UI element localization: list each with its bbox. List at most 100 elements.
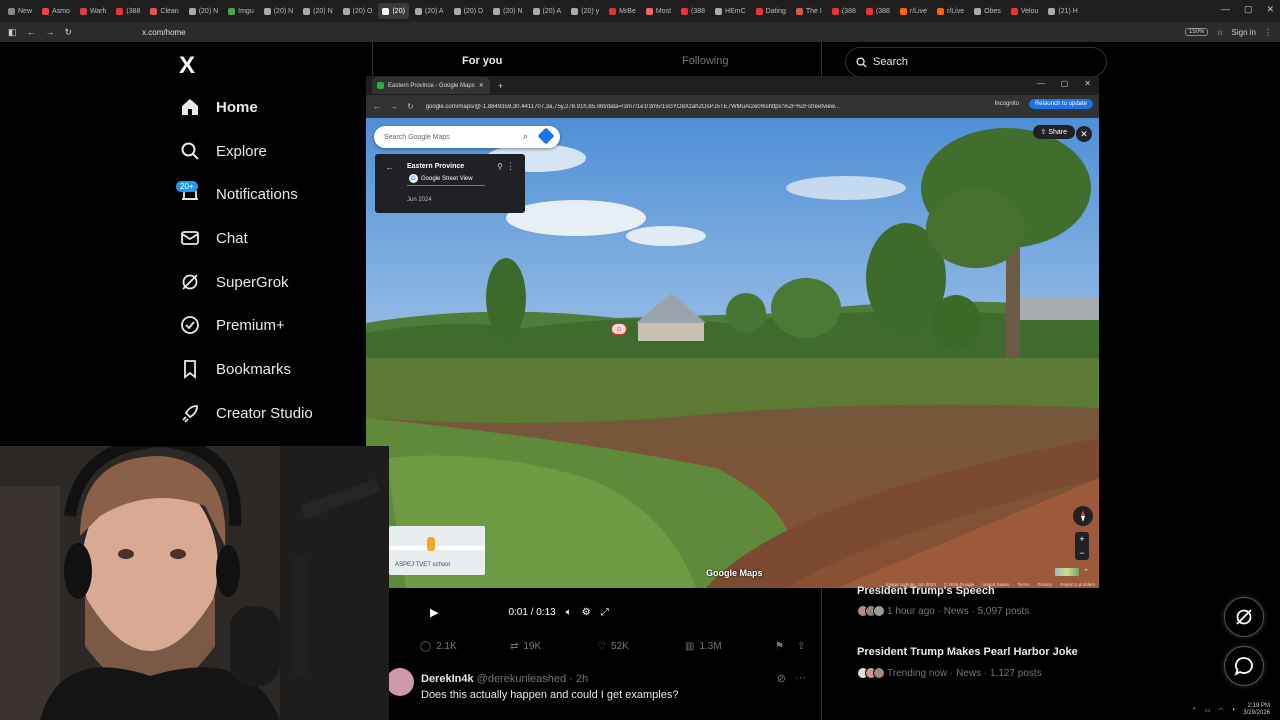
grok-icon[interactable]: ⊘: [777, 672, 786, 685]
nav-item-bookmarks[interactable]: Bookmarks: [180, 359, 291, 379]
footer-link[interactable]: Report a problem: [1060, 582, 1095, 587]
capture-date[interactable]: Jun 2024: [407, 197, 432, 203]
imagery-strip[interactable]: ⌃: [1055, 568, 1089, 576]
nav-item-explore[interactable]: Explore: [180, 141, 267, 161]
nav-item-home[interactable]: Home: [180, 97, 258, 117]
forward-icon[interactable]: →: [390, 102, 398, 111]
tab-following[interactable]: Following: [682, 55, 728, 67]
share-button[interactable]: ⇪ Share: [1032, 125, 1075, 139]
zoom-out-icon[interactable]: −: [1079, 548, 1084, 558]
browser-tab[interactable]: New: [4, 3, 36, 19]
x-logo[interactable]: X: [179, 52, 195, 80]
relaunch-button[interactable]: Relaunch to update: [1028, 99, 1093, 109]
search-icon[interactable]: ⌕: [523, 131, 528, 142]
tray-chevron-icon[interactable]: ⌃: [1192, 707, 1197, 714]
like-button[interactable]: ♡ 52K: [597, 641, 629, 652]
maximize-icon[interactable]: ▢: [1061, 79, 1069, 88]
browser-tab[interactable]: HEmC: [711, 3, 750, 19]
sign-in-button[interactable]: Sign in: [1232, 28, 1256, 37]
back-icon[interactable]: ←: [373, 102, 381, 111]
pin-icon[interactable]: ⚲: [497, 162, 503, 171]
minimize-icon[interactable]: —: [1221, 4, 1230, 15]
nav-item-premium[interactable]: Premium+: [180, 315, 285, 335]
speaker-icon[interactable]: ◖: [1232, 707, 1236, 713]
maximize-icon[interactable]: ▢: [1244, 4, 1253, 15]
browser-tab[interactable]: Imgu: [224, 3, 258, 19]
url-field[interactable]: x.com/home: [142, 28, 186, 37]
browser-tab[interactable]: The I: [792, 3, 826, 19]
pegman-icon[interactable]: [427, 537, 435, 551]
maps-search-input[interactable]: Search Google Maps ⌕: [374, 126, 560, 148]
reload-icon[interactable]: ↻: [65, 27, 73, 38]
browser-tab[interactable]: Velou: [1007, 3, 1043, 19]
volume-icon[interactable]: 🔈︎: [566, 607, 572, 618]
browser-tab[interactable]: MrBe: [605, 3, 640, 19]
sidebar-toggle-icon[interactable]: ◧: [8, 27, 17, 38]
play-icon[interactable]: ▶: [430, 606, 438, 619]
browser-tab[interactable]: (20) A: [529, 3, 566, 19]
maps-tab[interactable]: Eastern Province - Google Maps ✕: [372, 77, 490, 94]
browser-tab[interactable]: (20) N: [260, 3, 297, 19]
place-marker-icon[interactable]: ⊙: [611, 323, 627, 335]
tweet-author[interactable]: DerekIn4k @derekunleashed · 2h: [421, 673, 588, 685]
close-icon[interactable]: ✕: [1266, 4, 1274, 15]
browser-tab[interactable]: (20) O: [339, 3, 377, 19]
clock[interactable]: 2:19 PM 3/29/2026: [1243, 703, 1270, 717]
trend-title[interactable]: President Trump's Speech: [857, 585, 995, 597]
footer-link[interactable]: Terms: [1017, 582, 1029, 587]
forward-icon[interactable]: →: [46, 27, 55, 38]
browser-tab[interactable]: (20) y: [567, 3, 603, 19]
trend-title[interactable]: President Trump Makes Pearl Harbor Joke: [857, 646, 1078, 658]
grok-fab-button[interactable]: [1224, 597, 1264, 637]
minimap[interactable]: ASPEJ TVET school: [389, 526, 485, 575]
wifi-icon[interactable]: ◠: [1218, 707, 1223, 714]
zoom-in-icon[interactable]: +: [1079, 534, 1084, 544]
browser-tab[interactable]: (21) H: [1044, 3, 1081, 19]
bookmark-star-icon[interactable]: ☆: [1216, 28, 1223, 37]
footer-link[interactable]: Privacy: [1037, 582, 1052, 587]
browser-tab[interactable]: (20) A: [411, 3, 448, 19]
browser-tab[interactable]: Obes: [970, 3, 1005, 19]
back-icon[interactable]: ←: [27, 27, 36, 38]
browser-tab[interactable]: (20) D: [450, 3, 487, 19]
browser-tab[interactable]: (388: [112, 3, 144, 19]
settings-gear-icon[interactable]: ⚙: [582, 607, 591, 618]
back-arrow-icon[interactable]: ←: [385, 162, 394, 172]
browser-tab[interactable]: (20) N: [299, 3, 336, 19]
browser-tab[interactable]: (20): [378, 3, 409, 19]
browser-tab[interactable]: Most: [642, 3, 675, 19]
directions-icon[interactable]: [537, 127, 555, 145]
street-view-panorama[interactable]: Search Google Maps ⌕ ← Eastern Province …: [366, 118, 1099, 588]
reload-icon[interactable]: ↻: [407, 102, 414, 111]
network-icon[interactable]: ▭: [1205, 707, 1211, 714]
browser-tab[interactable]: (388: [828, 3, 860, 19]
reply-button[interactable]: ◯ 2.1K: [420, 641, 457, 652]
tab-for-you[interactable]: For you: [462, 55, 502, 67]
browser-tab[interactable]: Dating: [752, 3, 790, 19]
browser-tab[interactable]: Warh: [76, 3, 110, 19]
chat-fab-button[interactable]: [1224, 646, 1264, 686]
browser-tab[interactable]: (388: [862, 3, 894, 19]
close-icon[interactable]: ✕: [1084, 79, 1091, 88]
browser-tab[interactable]: (388: [677, 3, 709, 19]
close-street-view-icon[interactable]: ✕: [1076, 126, 1092, 142]
search-input[interactable]: Search: [845, 47, 1107, 77]
imagery-thumbnail[interactable]: [1055, 568, 1080, 576]
compass-icon[interactable]: [1073, 506, 1093, 526]
browser-tab[interactable]: (20) N: [489, 3, 526, 19]
browser-tab[interactable]: (20) N: [185, 3, 222, 19]
fullscreen-icon[interactable]: ⤢: [601, 607, 609, 618]
browser-tab[interactable]: Asmo: [38, 3, 74, 19]
nav-item-chat[interactable]: Chat: [180, 228, 248, 248]
tab-close-icon[interactable]: ✕: [479, 82, 484, 89]
bookmark-icon[interactable]: ⚑: [775, 641, 784, 652]
repost-button[interactable]: ⇄ 19K: [510, 641, 541, 652]
zoom-indicator[interactable]: 150%: [1185, 28, 1209, 36]
browser-tab[interactable]: r/Live: [933, 3, 968, 19]
more-options-icon[interactable]: ⋮: [506, 161, 515, 172]
expand-icon[interactable]: ⌃: [1083, 568, 1089, 576]
browser-tab[interactable]: r/Live: [896, 3, 931, 19]
menu-icon[interactable]: ⋮: [1264, 28, 1272, 37]
avatar[interactable]: [386, 668, 414, 696]
share-icon[interactable]: ⇧: [797, 641, 805, 652]
